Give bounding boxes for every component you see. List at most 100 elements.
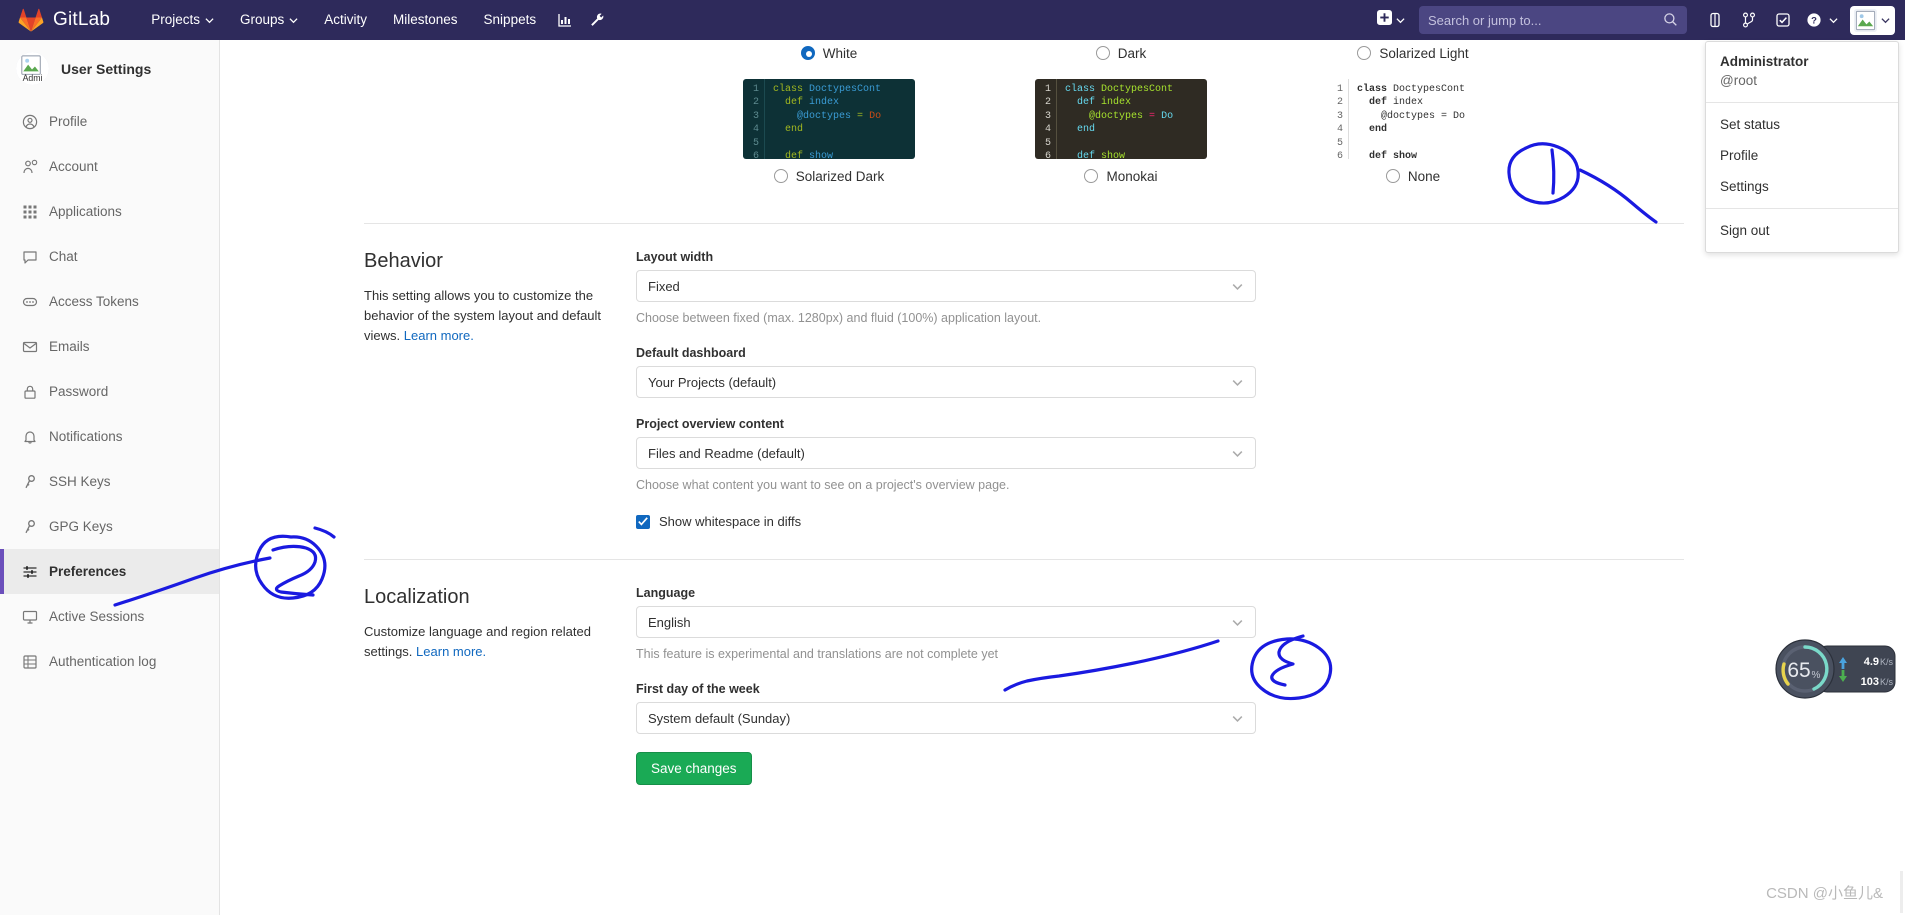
sidebar-item-active-sessions[interactable]: Active Sessions [0, 594, 219, 639]
sidebar-title: User Settings [61, 60, 152, 77]
cpu-percent-value: 65 [1787, 659, 1810, 682]
help-icon[interactable]: ? [1801, 0, 1827, 40]
menu-item-settings[interactable]: Settings [1706, 171, 1898, 202]
top-navigation-bar: GitLab Projects Groups Activity Mileston… [0, 0, 1905, 40]
show-whitespace-checkbox[interactable] [636, 514, 650, 529]
sidebar-item-ssh-keys[interactable]: SSH Keys [0, 459, 219, 504]
theme-radio-monokai[interactable]: Monokai [1021, 165, 1221, 187]
radio-button[interactable] [773, 169, 788, 183]
global-search-box[interactable] [1419, 6, 1687, 34]
key-icon [22, 474, 38, 490]
wrench-icon[interactable] [581, 0, 613, 40]
line-number-gutter: 123456 [1327, 79, 1349, 159]
log-grid-icon [22, 654, 38, 670]
section-description-localization: Customize language and region related se… [364, 622, 606, 662]
theme-label: Solarized Light [1379, 45, 1469, 61]
theme-radio-dark[interactable]: Dark [1021, 42, 1221, 64]
nav-link-projects[interactable]: Projects [138, 0, 227, 40]
behavior-learn-more-link[interactable]: Learn more. [404, 328, 474, 343]
todos-icon[interactable] [1767, 0, 1799, 40]
theme-option-solarized-dark: 123456 class DoctypesCont def index @doc… [729, 68, 929, 187]
user-avatar-menu-toggle[interactable] [1850, 5, 1895, 35]
layout-width-select[interactable]: Fixed [636, 270, 1256, 302]
monitor-icon [22, 609, 38, 625]
localization-section-info: Localization Customize language and regi… [364, 586, 636, 785]
code-preview-monokai: 123456 class DoctypesCont def index @doc… [1035, 79, 1207, 159]
theme-radio-solarized-light[interactable]: Solarized Light [1313, 42, 1513, 64]
nav-link-groups[interactable]: Groups [227, 0, 311, 40]
save-changes-button[interactable]: Save changes [636, 752, 752, 785]
theme-radio-white[interactable]: White [729, 42, 929, 64]
theme-radio-none[interactable]: None [1313, 165, 1513, 187]
sidebar-header[interactable]: Admi User Settings [0, 40, 219, 99]
sidebar-item-account[interactable]: Account [0, 144, 219, 189]
content-inner: White Dark Solarized Light 123456 class … [364, 40, 1684, 815]
theme-radio-solarized-dark[interactable]: Solarized Dark [729, 165, 929, 187]
avatar [1854, 8, 1877, 32]
sidebar-item-authentication-log[interactable]: Authentication log [0, 639, 219, 684]
sidebar-item-notifications[interactable]: Notifications [0, 414, 219, 459]
default-dashboard-select[interactable]: Your Projects (default) [636, 366, 1256, 398]
svg-text:Admi: Admi [23, 73, 43, 83]
radio-button[interactable] [1095, 46, 1110, 60]
radio-button[interactable] [1084, 169, 1099, 183]
sidebar-item-applications[interactable]: Applications [0, 189, 219, 234]
show-whitespace-label: Show whitespace in diffs [659, 514, 802, 529]
radio-button[interactable] [1385, 169, 1400, 183]
localization-learn-more-link[interactable]: Learn more. [416, 644, 486, 659]
code-sample: class DoctypesCont def index @doctypes =… [773, 84, 882, 159]
sidebar-item-label: Chat [49, 249, 78, 264]
download-speed-value: 103 [1861, 676, 1879, 688]
search-input[interactable] [1428, 12, 1653, 28]
first-day-of-week-select[interactable]: System default (Sunday) [636, 702, 1256, 734]
nav-link-activity[interactable]: Activity [311, 0, 380, 40]
chevron-down-icon [1231, 712, 1244, 725]
issues-icon[interactable] [1699, 0, 1731, 40]
sidebar-item-password[interactable]: Password [0, 369, 219, 414]
code-sample: class DoctypesCont def index @doctypes =… [1357, 84, 1466, 159]
menu-item-profile[interactable]: Profile [1706, 140, 1898, 171]
syntax-theme-top-row: White Dark Solarized Light [729, 40, 1689, 64]
behavior-section-fields: Layout width Fixed Choose between fixed … [636, 250, 1256, 529]
section-description-behavior: This setting allows you to customize the… [364, 286, 606, 346]
user-dropdown-menu: Administrator @root Set status Profile S… [1705, 41, 1899, 253]
sidebar-item-chat[interactable]: Chat [0, 234, 219, 279]
sidebar-nav-list: Profile Account Applications Chat Access… [0, 99, 219, 684]
upload-speed-value: 4.9 [1864, 656, 1879, 668]
theme-option-solarized-light: Solarized Light [1313, 42, 1513, 64]
user-handle: @root [1720, 73, 1757, 88]
chevron-down-icon[interactable] [1829, 16, 1838, 25]
sidebar-item-emails[interactable]: Emails [0, 324, 219, 369]
project-overview-content-select[interactable]: Files and Readme (default) [636, 437, 1256, 469]
theme-label: Monokai [1106, 168, 1158, 184]
menu-item-sign-out[interactable]: Sign out [1706, 215, 1898, 246]
radio-button[interactable] [800, 46, 815, 60]
user-display-name: Administrator [1720, 54, 1809, 69]
merge-request-icon[interactable] [1733, 0, 1765, 40]
show-whitespace-in-diffs-row[interactable]: Show whitespace in diffs [636, 514, 1256, 529]
network-speed-widget[interactable]: 65 % 4.9 K/s 103 K/s [1775, 638, 1897, 700]
nav-right-cluster: ? [1369, 0, 1905, 40]
nav-link-snippets[interactable]: Snippets [471, 0, 550, 40]
user-identity-block: Administrator @root [1706, 42, 1898, 103]
help-layout-width: Choose between fixed (max. 1280px) and f… [636, 311, 1042, 325]
nav-link-milestones[interactable]: Milestones [380, 0, 471, 40]
sidebar-item-access-tokens[interactable]: Access Tokens [0, 279, 219, 324]
gitlab-logo-home-link[interactable]: GitLab [18, 8, 110, 33]
user-menu-group-signout: Sign out [1706, 209, 1898, 252]
sidebar-item-gpg-keys[interactable]: GPG Keys [0, 504, 219, 549]
language-select[interactable]: English [636, 606, 1256, 638]
chevron-down-icon [1231, 616, 1244, 629]
chevron-down-icon [1231, 280, 1244, 293]
menu-item-set-status[interactable]: Set status [1706, 109, 1898, 140]
create-new-button[interactable] [1369, 6, 1413, 34]
gitlab-wordmark: GitLab [53, 9, 111, 30]
analytics-icon[interactable] [549, 0, 581, 40]
sidebar-item-preferences[interactable]: Preferences [0, 549, 219, 594]
sidebar-item-profile[interactable]: Profile [0, 99, 219, 144]
nav-link-label: Activity [324, 12, 368, 27]
theme-option-white: White [729, 42, 929, 64]
nav-link-label: Snippets [483, 12, 537, 27]
section-title-behavior: Behavior [364, 250, 443, 272]
radio-button[interactable] [1357, 46, 1372, 60]
